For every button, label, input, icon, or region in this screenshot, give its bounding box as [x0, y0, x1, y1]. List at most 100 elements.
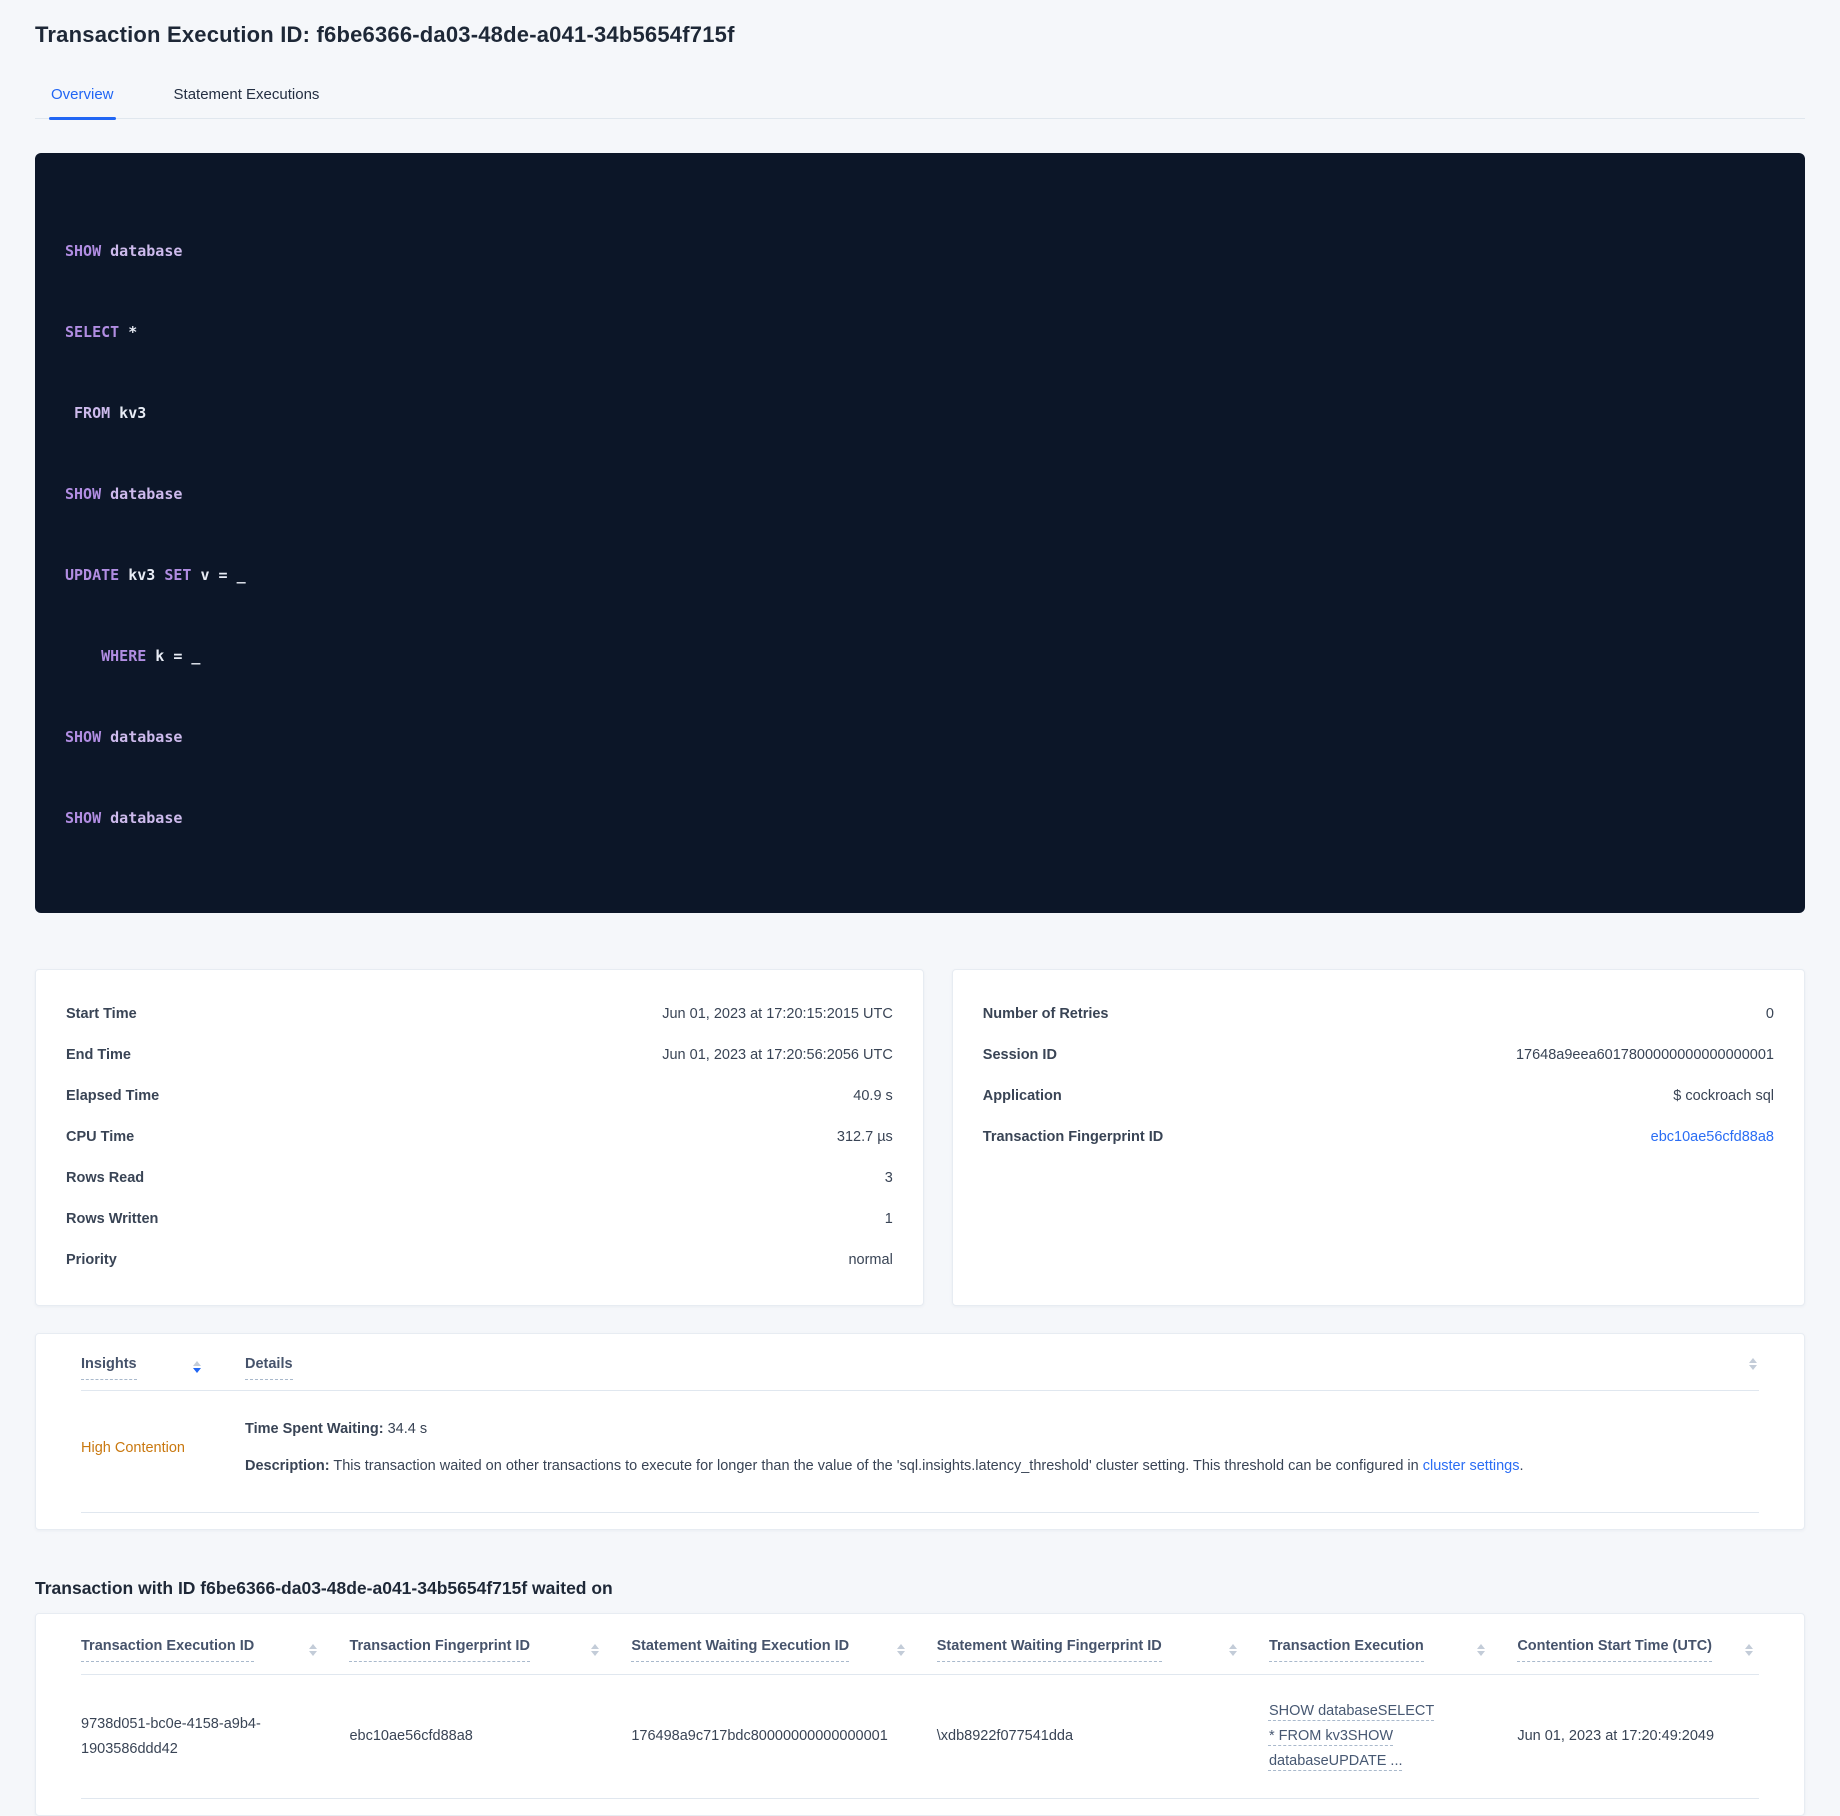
transaction-fingerprint-id-link[interactable]: ebc10ae56cfd88a8	[1651, 1127, 1774, 1148]
sort-icon[interactable]	[589, 1642, 601, 1658]
kv-value: Jun 01, 2023 at 17:20:56:2056 UTC	[662, 1047, 893, 1063]
sort-icon[interactable]	[895, 1642, 907, 1658]
cell-statement-waiting-fingerprint-id: \xdb8922f077541dda	[936, 1674, 1269, 1799]
insights-table-header: Insights Details	[81, 1334, 1759, 1391]
insight-description: Description: This transaction waited on …	[245, 1454, 1759, 1478]
sort-icon[interactable]	[1747, 1356, 1759, 1372]
tab-overview[interactable]: Overview	[49, 78, 116, 120]
sort-up-arrow-icon	[1749, 1358, 1757, 1363]
kv-value: 1	[884, 1211, 893, 1227]
insight-type-badge: High Contention	[81, 1439, 185, 1456]
kv-value: Jun 01, 2023 at 17:20:15:2015 UTC	[662, 1006, 893, 1022]
cell-transaction-execution-id: 9738d051-bc0e-4158-a9b4-1903586ddd42	[81, 1674, 350, 1799]
time-spent-waiting: Time Spent Waiting: 34.4 s	[245, 1417, 1759, 1441]
summary-cards: Start Time Jun 01, 2023 at 17:20:15:2015…	[35, 969, 1805, 1306]
session-details-card: Number of Retries 0 Session ID 17648a9ee…	[951, 969, 1805, 1306]
sort-up-arrow-icon	[193, 1361, 201, 1366]
kv-label: Rows Written	[66, 1211, 159, 1227]
kv-value: normal	[848, 1252, 893, 1268]
kv-label: Application	[982, 1088, 1062, 1104]
sort-icon[interactable]	[1227, 1642, 1239, 1658]
column-header-contention-start-time[interactable]: Contention Start Time (UTC)	[1517, 1614, 1759, 1675]
kv-value: 40.9 s	[853, 1088, 893, 1104]
sort-up-arrow-icon	[591, 1644, 600, 1649]
kv-value: $ cockroach sql	[1673, 1088, 1774, 1104]
kv-row-session-id: Session ID 17648a9eea6017800000000000000…	[983, 1035, 1774, 1076]
sql-statements-box: SHOW database SELECT * FROM kv3 SHOW dat…	[35, 153, 1805, 913]
kv-label: Priority	[66, 1252, 117, 1268]
kv-row-number-of-retries: Number of Retries 0	[983, 994, 1774, 1035]
sql-line: SHOW database	[65, 242, 183, 260]
sort-up-arrow-icon	[309, 1644, 318, 1649]
kv-label: Start Time	[66, 1006, 137, 1022]
sql-line: SHOW database	[65, 485, 183, 503]
kv-row-application: Application $ cockroach sql	[983, 1076, 1774, 1117]
column-header-transaction-execution[interactable]: Transaction Execution	[1268, 1614, 1518, 1675]
kv-label: End Time	[66, 1047, 131, 1063]
sort-icon[interactable]	[1743, 1642, 1755, 1658]
waited-on-row: 9738d051-bc0e-4158-a9b4-1903586ddd42 ebc…	[81, 1674, 1759, 1799]
column-header-statement-waiting-fingerprint-id[interactable]: Statement Waiting Fingerprint ID	[936, 1614, 1269, 1675]
waited-on-header-row: Transaction Execution ID Transaction Fin…	[81, 1614, 1759, 1675]
sort-icon[interactable]	[191, 1359, 203, 1375]
insight-details: Time Spent Waiting: 34.4 s Description: …	[245, 1417, 1759, 1478]
sort-down-arrow-icon	[1749, 1365, 1757, 1370]
transaction-details-page: Transaction Execution ID: f6be6366-da03-…	[0, 0, 1840, 1816]
kv-row-transaction-fingerprint-id: Transaction Fingerprint ID ebc10ae56cfd8…	[983, 1117, 1774, 1158]
kv-label: Elapsed Time	[66, 1088, 160, 1104]
kv-row-start-time: Start Time Jun 01, 2023 at 17:20:15:2015…	[66, 994, 893, 1035]
sort-down-arrow-icon	[1228, 1651, 1237, 1656]
sql-line: FROM kv3	[65, 404, 147, 422]
sort-down-arrow-icon	[1477, 1651, 1486, 1656]
waited-on-table: Transaction Execution ID Transaction Fin…	[81, 1614, 1759, 1799]
sort-icon[interactable]	[307, 1642, 319, 1658]
sql-line: SHOW database	[65, 809, 183, 827]
tab-bar: Overview Statement Executions	[35, 78, 1805, 120]
transaction-execution-statement-link[interactable]: SHOW databaseSELECT * FROM kv3SHOW datab…	[1269, 1699, 1441, 1774]
details-column-header: Details	[245, 1356, 1759, 1380]
waited-on-heading: Transaction with ID f6be6366-da03-48de-a…	[35, 1578, 613, 1598]
sort-down-arrow-icon	[309, 1651, 318, 1656]
sql-line: UPDATE kv3 SET v = _	[65, 566, 246, 584]
tab-statement-executions[interactable]: Statement Executions	[172, 78, 322, 118]
details-column-label: Details	[245, 1356, 293, 1380]
sql-line: SHOW database	[65, 728, 183, 746]
cell-transaction-execution: SHOW databaseSELECT * FROM kv3SHOW datab…	[1268, 1674, 1518, 1799]
sort-down-arrow-icon	[591, 1651, 600, 1656]
kv-value: 3	[884, 1170, 893, 1186]
kv-row-rows-read: Rows Read 3	[66, 1158, 893, 1199]
cluster-settings-link[interactable]: cluster settings	[1423, 1458, 1520, 1474]
kv-label: Session ID	[982, 1047, 1057, 1063]
kv-label: Number of Retries	[982, 1006, 1109, 1022]
cell-statement-waiting-execution-id: 176498a9c717bdc80000000000000001	[631, 1674, 937, 1799]
sort-up-arrow-icon	[896, 1644, 905, 1649]
kv-value: 0	[1765, 1006, 1774, 1022]
kv-label: Transaction Fingerprint ID	[982, 1129, 1164, 1145]
sort-icon[interactable]	[1475, 1642, 1487, 1658]
kv-label: Rows Read	[66, 1170, 145, 1186]
kv-row-end-time: End Time Jun 01, 2023 at 17:20:56:2056 U…	[66, 1035, 893, 1076]
description-text: This transaction waited on other transac…	[329, 1458, 1423, 1474]
kv-row-elapsed-time: Elapsed Time 40.9 s	[66, 1076, 893, 1117]
insights-card: Insights Details High Contention Time Sp…	[35, 1333, 1805, 1530]
insight-row: High Contention Time Spent Waiting: 34.4…	[81, 1391, 1759, 1513]
sort-down-arrow-icon	[193, 1368, 201, 1373]
sort-down-arrow-icon	[1745, 1651, 1753, 1656]
column-header-transaction-fingerprint-id[interactable]: Transaction Fingerprint ID	[349, 1614, 632, 1675]
insights-column-header[interactable]: Insights	[81, 1356, 203, 1380]
time-spent-waiting-label: Time Spent Waiting:	[245, 1421, 384, 1437]
sort-down-arrow-icon	[896, 1651, 905, 1656]
time-spent-waiting-value: 34.4 s	[383, 1421, 428, 1437]
column-header-statement-waiting-execution-id[interactable]: Statement Waiting Execution ID	[631, 1614, 937, 1675]
description-period: .	[1519, 1458, 1524, 1474]
sql-line: WHERE k = _	[65, 647, 201, 665]
column-header-transaction-execution-id[interactable]: Transaction Execution ID	[81, 1614, 350, 1675]
sql-line: SELECT *	[65, 323, 138, 341]
sort-up-arrow-icon	[1228, 1644, 1237, 1649]
kv-row-rows-written: Rows Written 1	[66, 1199, 893, 1240]
sort-up-arrow-icon	[1745, 1644, 1753, 1649]
kv-label: CPU Time	[66, 1129, 135, 1145]
kv-value: 17648a9eea6017800000000000000001	[1515, 1047, 1774, 1063]
description-label: Description:	[245, 1458, 330, 1474]
kv-value: 312.7 µs	[836, 1129, 893, 1145]
